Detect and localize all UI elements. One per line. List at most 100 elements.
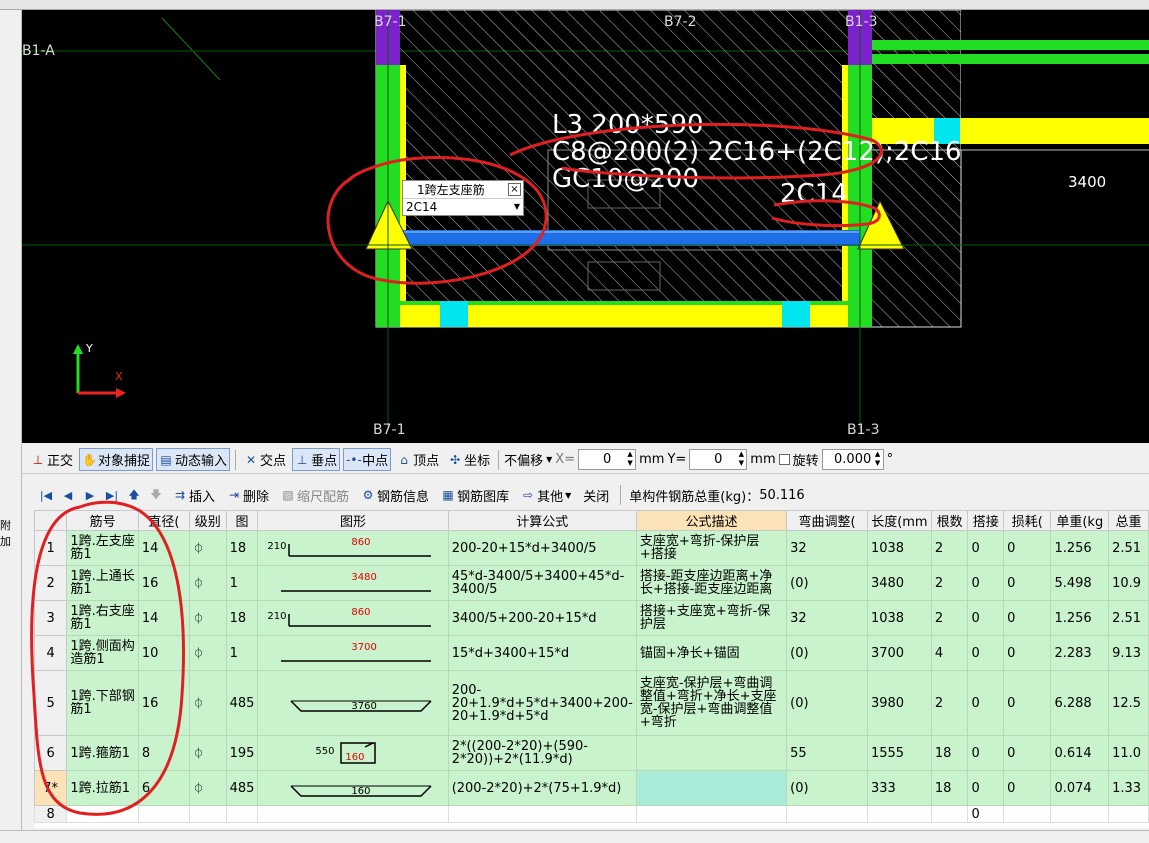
cell-desc[interactable]: 搭接-距支座边距离+净长+搭接-距支座边距离 — [635, 565, 788, 601]
cell-loss[interactable]: 0 — [1003, 530, 1052, 566]
header-cell[interactable]: 长度(mm — [866, 510, 932, 531]
cell-dia[interactable]: 14 — [137, 530, 190, 566]
x-coord-input[interactable]: 0 ▲ ▼ — [578, 449, 637, 470]
insert-button[interactable]: ⇉ 插入 — [170, 484, 218, 507]
cell-formula[interactable]: 2*((200-2*20)+(590-2*20))+2*(11.9*d) — [447, 735, 637, 771]
cell-lap[interactable]: 0 — [967, 770, 1005, 806]
cell-lap[interactable]: 0 — [967, 530, 1005, 566]
cell-dia[interactable]: 10 — [137, 635, 190, 671]
move-up-icon[interactable]: 🡅 — [126, 486, 142, 505]
header-cell[interactable]: 搭接 — [967, 510, 1005, 531]
header-cell[interactable]: 单重(kg — [1050, 510, 1110, 531]
cell-fig[interactable]: 195 — [225, 735, 259, 771]
cell-dia[interactable]: 16 — [137, 565, 190, 601]
cell-formula[interactable]: (200-2*20)+2*(75+1.9*d) — [447, 770, 637, 806]
cell-name[interactable]: 1跨.拉筋1 — [66, 770, 139, 806]
table-row[interactable]: 80 — [34, 805, 1149, 823]
cell-bend[interactable]: (0) — [786, 565, 868, 601]
cell-unit-w[interactable]: 0.614 — [1050, 735, 1110, 771]
cell-desc[interactable]: 支座宽+弯折-保护层+搭接 — [635, 530, 788, 566]
header-cell[interactable]: 总重 — [1108, 510, 1149, 531]
move-down-icon[interactable]: 🡇 — [148, 486, 164, 505]
header-cell[interactable]: 损耗( — [1003, 510, 1052, 531]
cell-name[interactable] — [66, 805, 139, 823]
rotate-input[interactable]: 0.000 ▲ ▼ — [821, 449, 884, 470]
cell-total-w[interactable]: 12.5 — [1108, 670, 1149, 736]
rebar-library-button[interactable]: ▦ 钢筋图库 — [438, 484, 512, 507]
table-row[interactable]: 3 1跨.右支座筋1 14 ⏀ 18 210 860 3400/5+200-20+15*d 搭接… — [34, 600, 1149, 636]
cell-name[interactable]: 1跨.箍筋1 — [66, 735, 139, 771]
table-row[interactable]: 1 1跨.左支座筋1 14 ⏀ 18 210 860 200-20+15*d+3400/5 支座… — [34, 530, 1149, 566]
header-cell[interactable]: 图 — [225, 510, 259, 531]
object-snap-button[interactable]: ✋ 对象捕捉 — [79, 448, 154, 471]
cell-desc[interactable] — [635, 805, 788, 823]
cell-fig[interactable]: 18 — [225, 600, 259, 636]
midpoint-snap-button[interactable]: -•- 中点 — [343, 448, 392, 471]
next-record-icon[interactable]: ▶ — [82, 489, 98, 502]
header-cell[interactable]: 图形 — [257, 510, 449, 531]
cell-grade[interactable]: ⏀ — [188, 735, 227, 771]
cell-count[interactable]: 18 — [930, 770, 969, 806]
cell-formula[interactable]: 200-20+15*d+3400/5 — [447, 530, 637, 566]
cell-fig[interactable]: 18 — [225, 530, 259, 566]
cell-fig[interactable]: 485 — [225, 770, 259, 806]
cell-loss[interactable]: 0 — [1003, 600, 1052, 636]
cell-loss[interactable] — [1003, 805, 1052, 823]
cell-grade[interactable] — [188, 805, 227, 823]
cell-shape[interactable]: 3700 — [257, 635, 449, 671]
cell-bend[interactable] — [786, 805, 868, 823]
cell-loss[interactable]: 0 — [1003, 670, 1052, 736]
intersection-snap-button[interactable]: ✕ 交点 — [241, 448, 289, 471]
spinner-icon[interactable]: ▲ ▼ — [873, 450, 883, 469]
cell-total-w[interactable]: 9.13 — [1108, 635, 1149, 671]
rebar-info-button[interactable]: ⚙ 钢筋信息 — [358, 484, 432, 507]
cell-dia[interactable]: 8 — [137, 735, 190, 771]
cell-shape[interactable]: 3760 — [257, 670, 449, 736]
header-cell[interactable]: 弯曲调整( — [786, 510, 868, 531]
cell-grade[interactable]: ⏀ — [188, 565, 227, 601]
header-cell[interactable]: 直径( — [137, 510, 190, 531]
table-row[interactable]: 4 1跨.侧面构造筋1 10 ⏀ 1 3700 15*d+3400+15*d 锚固+净长+锚固… — [34, 635, 1149, 671]
delete-button[interactable]: ⇥ 删除 — [224, 484, 272, 507]
table-row[interactable]: 7* 1跨.拉筋1 6 ⏀ 485 160 (200-2*20)+2*(75+1.9*d) (… — [34, 770, 1149, 806]
cell-grade[interactable]: ⏀ — [188, 600, 227, 636]
cell-grade[interactable]: ⏀ — [188, 770, 227, 806]
cell-length[interactable]: 3980 — [866, 670, 932, 736]
close-button[interactable]: 关闭 — [580, 484, 612, 507]
cell-count[interactable]: 2 — [930, 565, 969, 601]
close-icon[interactable]: × — [508, 183, 521, 196]
cell-total-w[interactable]: 2.51 — [1108, 600, 1149, 636]
cell-unit-w[interactable]: 5.498 — [1050, 565, 1110, 601]
other-menu-button[interactable]: ⇨ 其他 ▼ — [518, 484, 574, 507]
cell-formula[interactable]: 3400/5+200-20+15*d — [447, 600, 637, 636]
prev-record-icon[interactable]: ◀ — [60, 489, 76, 502]
cell-bend[interactable]: 55 — [786, 735, 868, 771]
cell-fig[interactable] — [225, 805, 259, 823]
cell-name[interactable]: 1跨.右支座筋1 — [66, 600, 139, 636]
table-row[interactable]: 6 1跨.箍筋1 8 ⏀ 195 550 160 2*((200-2*20)+(590-2*2… — [34, 735, 1149, 771]
cell-formula[interactable]: 15*d+3400+15*d — [447, 635, 637, 671]
offset-mode-dropdown[interactable]: 不偏移 — [504, 450, 543, 469]
cell-shape[interactable] — [257, 805, 449, 823]
cell-total-w[interactable]: 2.51 — [1108, 530, 1149, 566]
cell-length[interactable]: 333 — [866, 770, 932, 806]
cell-shape[interactable]: 3480 — [257, 565, 449, 601]
cell-desc[interactable]: 搭接+支座宽+弯折-保护层 — [635, 600, 788, 636]
cell-grade[interactable]: ⏀ — [188, 530, 227, 566]
table-row[interactable]: 5 1跨.下部钢筋1 16 ⏀ 485 3760 200-20+1.9*d+5*d+3400… — [34, 670, 1149, 736]
cell-unit-w[interactable]: 2.283 — [1050, 635, 1110, 671]
rotate-checkbox[interactable] — [778, 454, 790, 465]
cell-loss[interactable]: 0 — [1003, 770, 1052, 806]
cell-length[interactable]: 1038 — [866, 600, 932, 636]
cell-lap[interactable]: 0 — [967, 735, 1005, 771]
spinner-icon[interactable]: ▲ ▼ — [625, 450, 635, 469]
cell-dia[interactable]: 16 — [137, 670, 190, 736]
cell-shape[interactable]: 550 160 — [257, 735, 449, 771]
cell-unit-w[interactable]: 1.256 — [1050, 600, 1110, 636]
cell-formula[interactable] — [447, 805, 637, 823]
rebar-popup-select[interactable]: 2C14 ▼ — [403, 199, 523, 215]
cell-count[interactable] — [930, 805, 969, 823]
cell-unit-w[interactable]: 6.288 — [1050, 670, 1110, 736]
cell-shape[interactable]: 210 860 — [257, 530, 449, 566]
y-coord-input[interactable]: 0 ▲ ▼ — [689, 449, 748, 470]
